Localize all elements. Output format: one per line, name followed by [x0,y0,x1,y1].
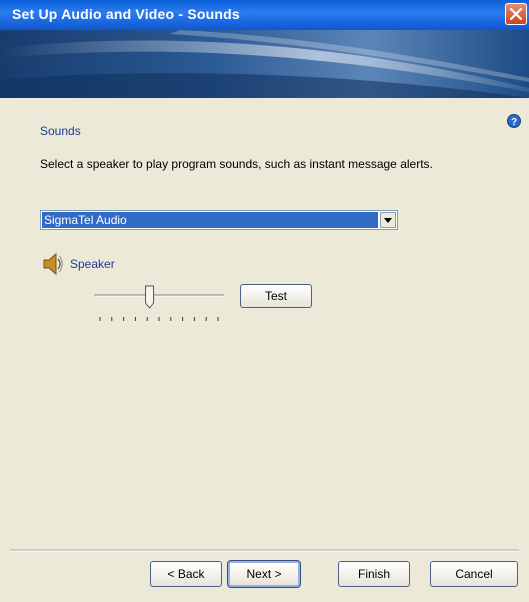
speaker-icon [42,252,64,280]
speaker-label: Speaker [70,257,115,271]
next-button[interactable]: Next > [227,560,301,588]
description-text: Select a speaker to play program sounds,… [40,157,433,171]
dropdown-button[interactable] [380,212,396,228]
slider-thumb [145,285,155,309]
test-button[interactable]: Test [240,284,312,308]
close-icon [510,8,522,20]
banner-graphic [0,30,529,98]
close-button[interactable] [505,3,527,25]
slider-ticks [99,317,219,321]
chevron-down-icon [384,218,392,223]
speaker-select-value: SigmaTel Audio [42,212,378,228]
svg-text:?: ? [511,117,517,128]
cancel-button[interactable]: Cancel [430,561,518,587]
volume-slider[interactable] [92,284,224,324]
content-panel: ? Sounds Select a speaker to play progra… [0,98,529,602]
finish-button[interactable]: Finish [338,561,410,587]
footer-separator [10,549,519,552]
wizard-window: Set Up Audio and Video - Sounds ? Sounds… [0,0,529,602]
speaker-select[interactable]: SigmaTel Audio [40,210,398,230]
section-title: Sounds [40,124,81,138]
title-bar[interactable]: Set Up Audio and Video - Sounds [0,0,529,30]
help-icon[interactable]: ? [507,113,521,128]
back-button[interactable]: < Back [150,561,222,587]
window-title: Set Up Audio and Video - Sounds [12,6,240,22]
header-banner [0,30,529,98]
